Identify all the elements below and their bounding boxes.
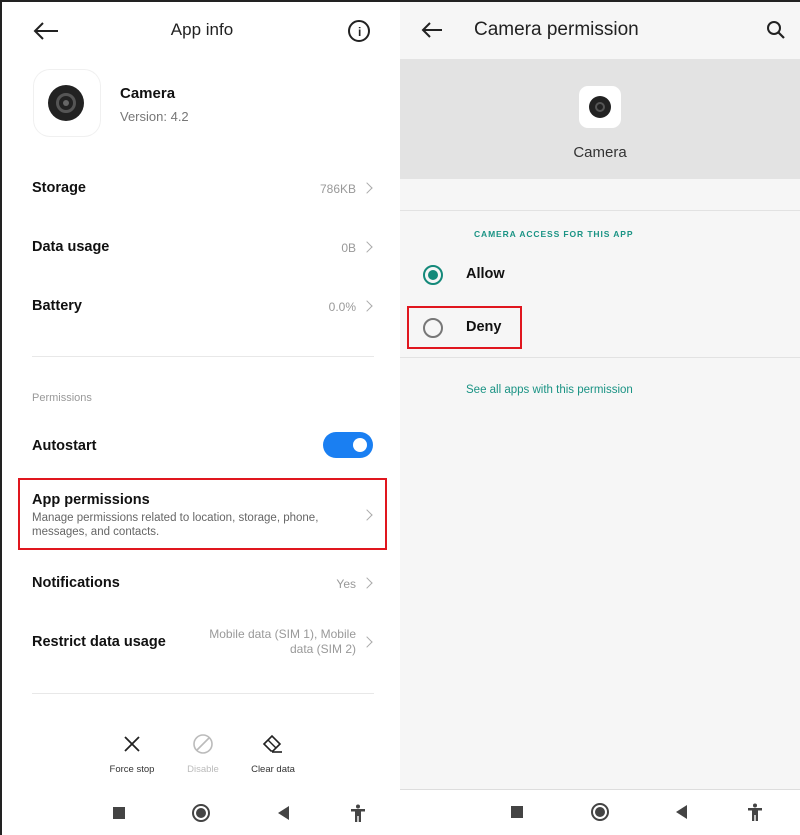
option-label: Deny bbox=[466, 319, 502, 335]
row-label: Restrict data usage bbox=[32, 634, 166, 650]
section-title: CAMERA ACCESS FOR THIS APP bbox=[474, 229, 634, 239]
app-header: Camera bbox=[400, 59, 800, 179]
restrict-data-row[interactable]: Restrict data usage Mobile data (SIM 1),… bbox=[2, 622, 402, 666]
app-permissions-description: Manage permissions related to location, … bbox=[32, 512, 319, 538]
radio-selected[interactable] bbox=[423, 265, 443, 285]
camera-lens-icon bbox=[48, 85, 84, 121]
chevron-right-icon bbox=[361, 636, 373, 648]
back-triangle-icon[interactable] bbox=[676, 805, 687, 819]
page-title: App info bbox=[170, 20, 234, 39]
option-label: Allow bbox=[466, 266, 505, 282]
accessibility-icon[interactable] bbox=[747, 803, 763, 821]
divider bbox=[32, 693, 374, 694]
storage-row[interactable]: Storage 786KB bbox=[2, 170, 402, 206]
home-icon[interactable] bbox=[591, 803, 609, 821]
force-stop-button[interactable]: Force stop bbox=[92, 732, 172, 775]
autostart-toggle[interactable] bbox=[323, 432, 373, 458]
data-usage-row[interactable]: Data usage 0B bbox=[2, 229, 402, 265]
camera-permission-screen: Camera permission Camera CAMERA ACCESS F… bbox=[400, 0, 800, 835]
action-label: Force stop bbox=[109, 764, 155, 775]
action-bar: Force stop Disable Clear data bbox=[2, 732, 402, 777]
chevron-right-icon bbox=[361, 182, 373, 194]
clear-data-button[interactable]: Clear data bbox=[233, 732, 313, 775]
info-icon[interactable]: i bbox=[348, 20, 370, 42]
home-icon[interactable] bbox=[192, 804, 210, 822]
row-label: Autostart bbox=[32, 438, 97, 454]
back-triangle-icon[interactable] bbox=[278, 806, 289, 820]
deny-option[interactable]: Deny bbox=[400, 308, 800, 348]
close-icon bbox=[124, 736, 140, 752]
row-label: Notifications bbox=[32, 575, 120, 591]
row-value: Mobile data (SIM 1), Mobile data (SIM 2) bbox=[209, 627, 356, 657]
row-value: 0B bbox=[341, 241, 356, 255]
radio-unselected[interactable] bbox=[423, 318, 443, 338]
row-label: App permissions bbox=[32, 492, 150, 508]
row-value-line: data (SIM 2) bbox=[289, 642, 356, 656]
notifications-row[interactable]: Notifications Yes bbox=[2, 565, 402, 601]
divider bbox=[400, 357, 800, 358]
row-label: Storage bbox=[32, 180, 86, 196]
row-label: Battery bbox=[32, 298, 82, 314]
app-name: Camera bbox=[120, 85, 176, 102]
eraser-icon bbox=[262, 734, 282, 753]
divider bbox=[32, 356, 374, 357]
block-icon bbox=[193, 734, 213, 754]
chevron-right-icon bbox=[361, 300, 373, 312]
info-glyph: i bbox=[358, 25, 362, 39]
chevron-right-icon bbox=[361, 577, 373, 589]
chevron-right-icon bbox=[361, 241, 373, 253]
row-value: Yes bbox=[336, 577, 356, 591]
app-name: Camera bbox=[573, 144, 627, 161]
camera-lens-icon bbox=[589, 96, 611, 118]
allow-option[interactable]: Allow bbox=[400, 255, 800, 295]
system-navbar bbox=[2, 792, 402, 835]
app-version: Version: 4.2 bbox=[120, 109, 189, 124]
accessibility-icon[interactable] bbox=[350, 804, 366, 822]
battery-row[interactable]: Battery 0.0% bbox=[2, 288, 402, 324]
chevron-right-icon bbox=[361, 509, 373, 521]
row-value: 786KB bbox=[319, 182, 356, 196]
back-arrow-icon[interactable] bbox=[420, 19, 444, 41]
recents-icon[interactable] bbox=[113, 807, 125, 819]
action-label: Disable bbox=[187, 764, 219, 775]
section-label-permissions: Permissions bbox=[32, 392, 92, 404]
system-navbar bbox=[400, 790, 800, 835]
divider bbox=[400, 210, 800, 211]
app-info-screen: App info i Camera Version: 4.2 Storage 7… bbox=[0, 0, 400, 835]
see-all-apps-link[interactable]: See all apps with this permission bbox=[466, 384, 633, 396]
app-icon bbox=[34, 70, 100, 136]
row-value-line: Mobile data (SIM 1), Mobile bbox=[209, 627, 356, 641]
disable-button[interactable]: Disable bbox=[163, 732, 243, 775]
app-icon bbox=[579, 86, 621, 128]
row-value: 0.0% bbox=[328, 300, 356, 314]
page-title: Camera permission bbox=[474, 19, 639, 40]
action-label: Clear data bbox=[251, 764, 295, 775]
row-label: Data usage bbox=[32, 239, 110, 255]
search-icon[interactable] bbox=[766, 20, 786, 40]
recents-icon[interactable] bbox=[511, 806, 523, 818]
